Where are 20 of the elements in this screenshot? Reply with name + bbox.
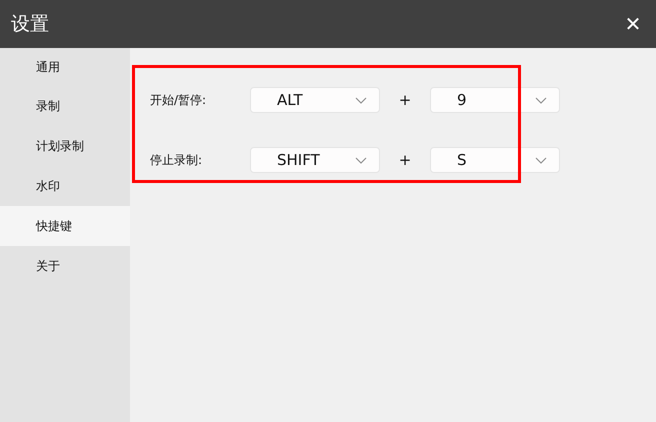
close-button[interactable]: ✕ — [620, 11, 646, 37]
key-dropdown[interactable]: S — [430, 147, 560, 173]
chevron-down-icon — [355, 96, 367, 104]
sidebar-item[interactable]: 水印 — [0, 166, 130, 206]
sidebar-item[interactable]: 快捷键 — [0, 206, 130, 246]
window-title: 设置 — [11, 12, 49, 37]
sidebar-item[interactable]: 录制 — [0, 86, 130, 126]
chevron-down-icon — [535, 156, 547, 164]
key-dropdown[interactable]: 9 — [430, 87, 560, 113]
modifier-dropdown[interactable]: ALT — [250, 87, 380, 113]
plus-sign: + — [398, 151, 412, 169]
shortcut-label: 开始/暂停: — [150, 92, 208, 108]
plus-sign: + — [398, 91, 412, 109]
sidebar-item[interactable]: 关于 — [0, 246, 130, 286]
chevron-down-icon — [535, 96, 547, 104]
modifier-dropdown[interactable]: SHIFT — [250, 147, 380, 173]
sidebar-item[interactable]: 通用 — [0, 48, 130, 86]
shortcut-label: 停止录制: — [150, 152, 204, 168]
sidebar-item[interactable]: 计划录制 — [0, 126, 130, 166]
chevron-down-icon — [355, 156, 367, 164]
